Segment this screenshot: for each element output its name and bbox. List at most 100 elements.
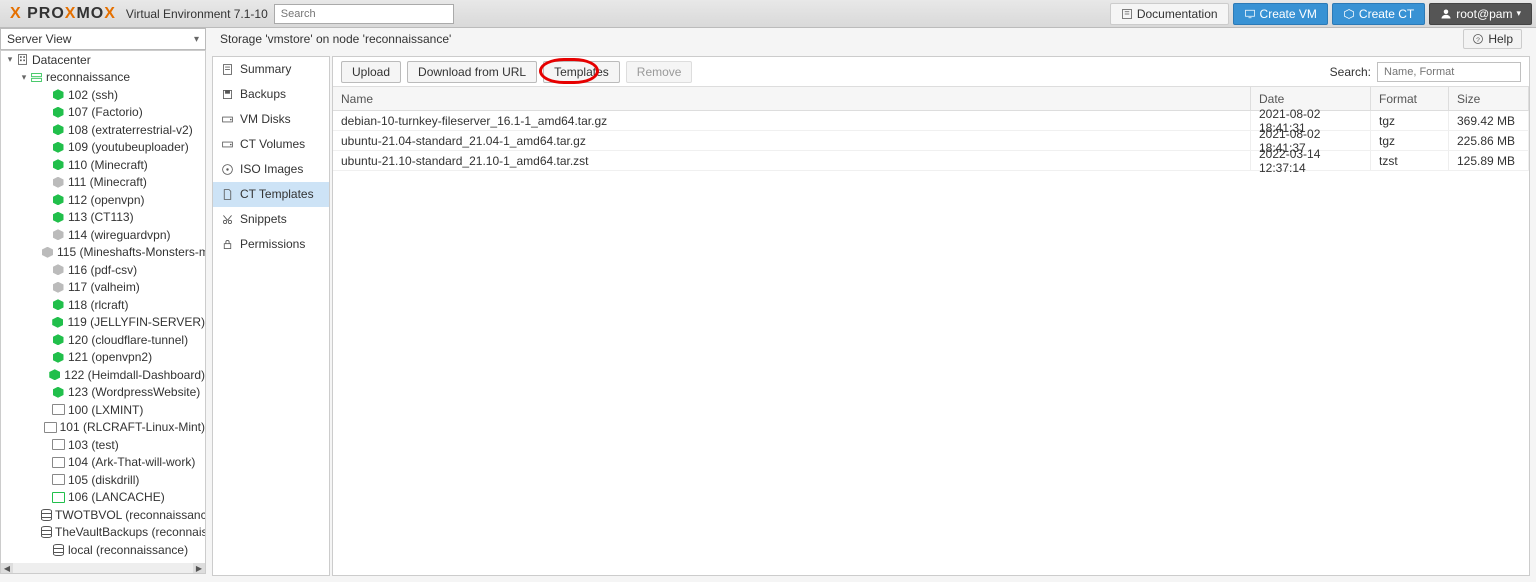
server-view-select[interactable]: Server View xyxy=(0,28,206,50)
tree-node[interactable]: 106 (LANCACHE) xyxy=(1,489,205,507)
tree-node[interactable]: 109 (youtubeuploader) xyxy=(1,139,205,157)
tree-node[interactable]: TheVaultBackups (reconnais xyxy=(1,524,205,542)
nav-cttemplates[interactable]: CT Templates xyxy=(213,182,329,207)
tree-node-label: Datacenter xyxy=(32,53,91,67)
upload-button[interactable]: Upload xyxy=(341,61,401,83)
documentation-button[interactable]: Documentation xyxy=(1110,3,1229,25)
cell-format: tgz xyxy=(1371,131,1449,150)
save-icon xyxy=(221,88,234,101)
tree-node-label: 113 (CT113) xyxy=(68,210,134,224)
nav-permissions[interactable]: Permissions xyxy=(213,232,329,257)
container-icon xyxy=(52,298,65,311)
tree-node[interactable]: 123 (WordpressWebsite) xyxy=(1,384,205,402)
tree-node[interactable]: 100 (LXMINT) xyxy=(1,401,205,419)
col-size[interactable]: Size xyxy=(1449,87,1529,110)
datacenter-icon xyxy=(15,53,29,67)
cell-date: 2022-03-14 12:37:14 xyxy=(1251,151,1371,170)
tree-node[interactable]: 114 (wireguardvpn) xyxy=(1,226,205,244)
disc-icon xyxy=(221,163,234,176)
expand-arrow-icon[interactable]: ▾ xyxy=(19,72,29,83)
scroll-left-icon[interactable]: ◀ xyxy=(1,563,13,573)
tree-node[interactable]: 110 (Minecraft) xyxy=(1,156,205,174)
logo-x-icon: X xyxy=(10,5,27,22)
tree-node[interactable]: 122 (Heimdall-Dashboard) xyxy=(1,366,205,384)
user-icon xyxy=(1440,8,1452,20)
cell-name: ubuntu-21.04-standard_21.04-1_amd64.tar.… xyxy=(333,131,1251,150)
tree-node[interactable]: 107 (Factorio) xyxy=(1,104,205,122)
tree-node[interactable]: 121 (openvpn2) xyxy=(1,349,205,367)
remove-button: Remove xyxy=(626,61,693,83)
create-ct-button[interactable]: Create CT xyxy=(1332,3,1425,25)
container-icon xyxy=(52,106,65,119)
tree-node-label: TheVaultBackups (reconnais xyxy=(55,525,205,539)
tree-node[interactable]: 112 (openvpn) xyxy=(1,191,205,209)
tree-node[interactable]: ▾ Datacenter xyxy=(1,51,205,69)
toolbar: Upload Download from URL Templates Remov… xyxy=(333,57,1529,87)
nav-iso[interactable]: ISO Images xyxy=(213,157,329,182)
expand-arrow-icon[interactable]: ▾ xyxy=(5,54,15,65)
cell-size: 225.86 MB xyxy=(1449,131,1529,150)
table-row[interactable]: ubuntu-21.10-standard_21.10-1_amd64.tar.… xyxy=(333,151,1529,171)
tree-node[interactable]: 113 (CT113) xyxy=(1,209,205,227)
tree-node[interactable]: 118 (rlcraft) xyxy=(1,296,205,314)
tree-node[interactable]: 116 (pdf-csv) xyxy=(1,261,205,279)
tree-node[interactable]: 101 (RLCRAFT-Linux-Mint) xyxy=(1,419,205,437)
nav-snippets[interactable]: Snippets xyxy=(213,207,329,232)
container-icon xyxy=(52,141,65,154)
tree-node[interactable]: 104 (Ark-That-will-work) xyxy=(1,454,205,472)
breadcrumb-text: Storage 'vmstore' on node 'reconnaissanc… xyxy=(220,32,451,46)
notes-icon xyxy=(221,63,234,76)
tree-node[interactable]: 115 (Mineshafts-Monsters-mi xyxy=(1,244,205,262)
tree-node[interactable]: local (reconnaissance) xyxy=(1,541,205,559)
nav-vmdisks[interactable]: VM Disks xyxy=(213,107,329,132)
user-menu-button[interactable]: root@pam ▾ xyxy=(1429,3,1532,25)
file-icon xyxy=(221,188,234,201)
tree-node[interactable]: 120 (cloudflare-tunnel) xyxy=(1,331,205,349)
nav-backups[interactable]: Backups xyxy=(213,82,329,107)
svg-text:?: ? xyxy=(1476,37,1480,44)
tree-horizontal-scrollbar[interactable]: ◀ ▶ xyxy=(1,563,205,573)
col-format[interactable]: Format xyxy=(1371,87,1449,110)
tree-node-label: 106 (LANCACHE) xyxy=(68,490,165,504)
tree-node-label: 111 (Minecraft) xyxy=(68,175,147,189)
tree-node-label: 110 (Minecraft) xyxy=(68,158,148,172)
scroll-right-icon[interactable]: ▶ xyxy=(193,563,205,573)
container-icon xyxy=(52,88,65,101)
nav-summary[interactable]: Summary xyxy=(213,57,329,82)
tree-node[interactable]: 102 (ssh) xyxy=(1,86,205,104)
tree-node-label: 121 (openvpn2) xyxy=(68,350,152,364)
tree-node[interactable]: 108 (extraterrestrial-v2) xyxy=(1,121,205,139)
tree-node[interactable]: TWOTBVOL (reconnaissanc xyxy=(1,506,205,524)
tree-node[interactable]: ▾reconnaissance xyxy=(1,69,205,87)
breadcrumb: Storage 'vmstore' on node 'reconnaissanc… xyxy=(212,28,1530,50)
tree-node-label: 105 (diskdrill) xyxy=(68,473,139,487)
templates-button[interactable]: Templates xyxy=(543,61,620,83)
tree-node-label: 119 (JELLYFIN-SERVER) xyxy=(68,315,205,329)
container-icon xyxy=(52,351,65,364)
tree-node[interactable]: 117 (valheim) xyxy=(1,279,205,297)
col-name[interactable]: Name xyxy=(333,87,1251,110)
create-vm-button[interactable]: Create VM xyxy=(1233,3,1328,25)
storage-icon xyxy=(41,509,52,521)
vm-icon xyxy=(44,422,57,433)
brand-logo: X PROXMOX xyxy=(4,5,122,23)
tree-node-label: 103 (test) xyxy=(68,438,119,452)
global-search-input[interactable] xyxy=(274,4,454,24)
tree-node-label: 118 (rlcraft) xyxy=(68,298,128,312)
cell-size: 369.42 MB xyxy=(1449,111,1529,130)
container-icon xyxy=(52,193,65,206)
tree-node[interactable]: 103 (test) xyxy=(1,436,205,454)
tree-node[interactable]: 111 (Minecraft) xyxy=(1,174,205,192)
toolbar-search-input[interactable] xyxy=(1377,62,1521,82)
vm-icon xyxy=(52,457,65,468)
toolbar-search-label: Search: xyxy=(1330,65,1371,79)
help-button[interactable]: ? Help xyxy=(1463,29,1522,49)
container-icon xyxy=(48,368,61,381)
tree-node[interactable]: 119 (JELLYFIN-SERVER) xyxy=(1,314,205,332)
download-url-button[interactable]: Download from URL xyxy=(407,61,537,83)
tree-node-label: 101 (RLCRAFT-Linux-Mint) xyxy=(60,420,205,434)
nav-ctvolumes[interactable]: CT Volumes xyxy=(213,132,329,157)
storage-nav: Summary Backups VM Disks CT Volumes ISO … xyxy=(212,56,330,576)
tree-node[interactable]: 105 (diskdrill) xyxy=(1,471,205,489)
resource-tree-scroll[interactable]: ▾Datacenter▾reconnaissance102 (ssh)107 (… xyxy=(1,51,205,563)
